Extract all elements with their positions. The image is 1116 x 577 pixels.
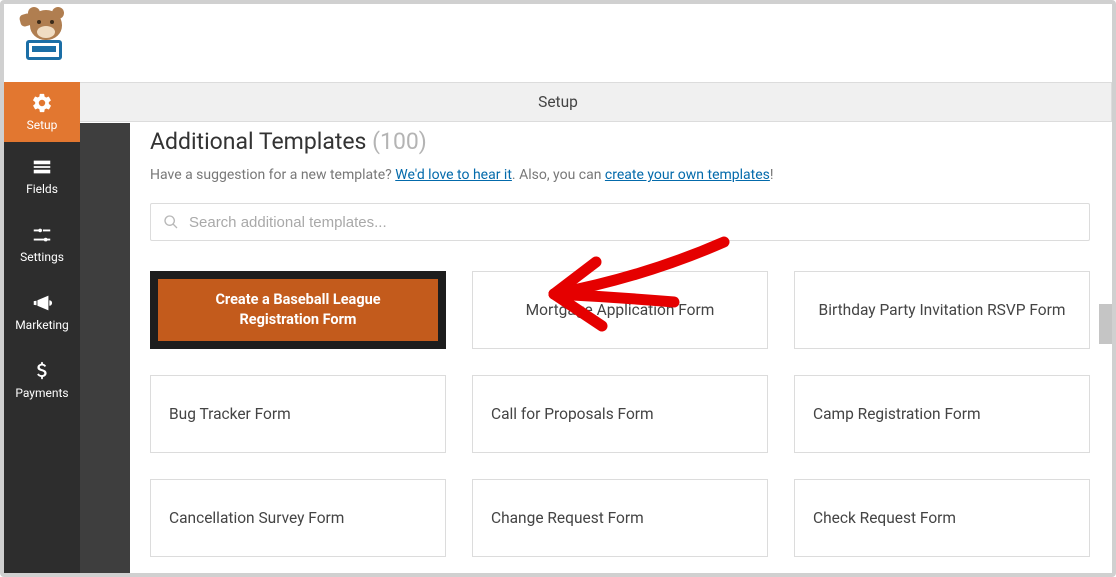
template-label: Create a Baseball League Registration Fo… [178,290,418,329]
sidebar-item-fields[interactable]: Fields [4,142,80,210]
gear-icon [31,92,53,114]
page-title: Setup [538,93,578,111]
template-card-selected[interactable]: Create a Baseball League Registration Fo… [150,271,446,349]
search-input[interactable] [189,214,1077,231]
sidebar-item-marketing[interactable]: Marketing [4,278,80,346]
template-label: Call for Proposals Form [491,405,654,423]
sliders-icon [31,224,53,246]
dollar-icon [31,360,53,382]
template-label: Change Request Form [491,509,644,527]
template-label: Mortgage Application Form [526,301,715,319]
template-label: Cancellation Survey Form [169,509,344,527]
create-own-link[interactable]: create your own templates [605,167,770,183]
template-card[interactable]: Mortgage Application Form [472,271,768,349]
sidebar-item-settings[interactable]: Settings [4,210,80,278]
sidebar-item-label: Marketing [15,318,69,332]
page-tab-header: Setup [4,82,1112,122]
section-subtext: Have a suggestion for a new template? We… [150,167,1090,183]
template-card[interactable]: Cancellation Survey Form [150,479,446,557]
template-card[interactable]: Bug Tracker Form [150,375,446,453]
app-logo [16,12,70,66]
create-template-button[interactable]: Create a Baseball League Registration Fo… [158,279,438,341]
sidebar-item-label: Settings [20,250,64,264]
template-label: Birthday Party Invitation RSVP Form [819,301,1066,319]
section-title: Additional Templates (100) [150,128,1090,155]
content: Additional Templates (100) Have a sugges… [130,123,1112,573]
template-card[interactable]: Camp Registration Form [794,375,1090,453]
template-card[interactable]: Change Request Form [472,479,768,557]
scrollbar-thumb[interactable] [1099,304,1112,344]
sidebar: Setup Fields Settings Marketing Payments [4,82,80,573]
main-gutter [80,123,130,573]
sidebar-item-label: Fields [26,182,58,196]
template-label: Camp Registration Form [813,405,981,423]
megaphone-icon [31,292,53,314]
sidebar-item-setup[interactable]: Setup [4,82,80,142]
search-icon [163,214,179,230]
suggestion-link[interactable]: We'd love to hear it [395,167,512,183]
template-card[interactable]: Call for Proposals Form [472,375,768,453]
templates-grid: Create a Baseball League Registration Fo… [150,271,1090,557]
template-card[interactable]: Check Request Form [794,479,1090,557]
main-panel: Additional Templates (100) Have a sugges… [80,123,1112,573]
template-label: Bug Tracker Form [169,405,291,423]
template-card[interactable]: Birthday Party Invitation RSVP Form [794,271,1090,349]
top-chrome [4,4,1112,82]
sidebar-item-label: Payments [15,386,68,400]
sidebar-item-label: Setup [27,118,58,132]
fields-icon [31,156,53,178]
sidebar-item-payments[interactable]: Payments [4,346,80,414]
template-label: Check Request Form [813,509,956,527]
template-search[interactable] [150,203,1090,241]
